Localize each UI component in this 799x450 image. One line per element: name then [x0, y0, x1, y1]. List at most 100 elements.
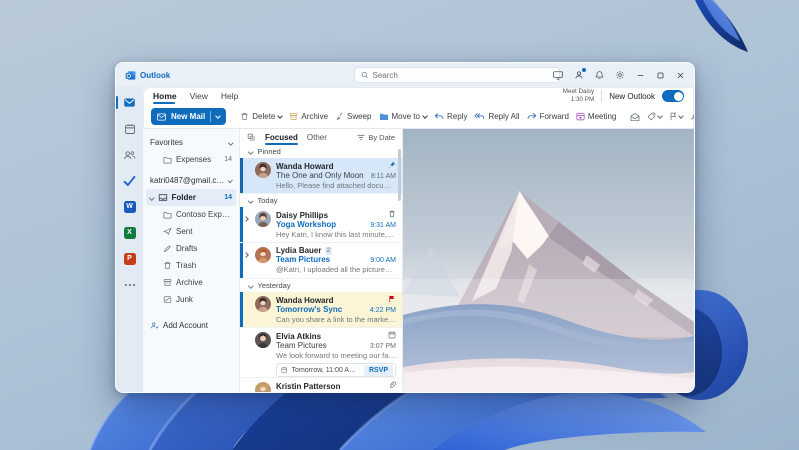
reply-button[interactable]: Reply — [434, 112, 467, 121]
email-row-elvia[interactable]: Elvia Atkins Team Pictures3:07 PM We loo… — [240, 328, 402, 378]
expand-conversation-icon[interactable] — [244, 250, 248, 259]
tab-other[interactable]: Other — [307, 133, 327, 142]
email-row-wanda-flagged[interactable]: Wanda Howard Tomorrow's Sync4:22 PM Can … — [240, 292, 402, 328]
reply-all-button[interactable]: Reply All — [474, 112, 519, 121]
select-icon[interactable] — [247, 133, 256, 142]
add-account-label: Add Account — [163, 321, 208, 330]
sweep-label: Sweep — [347, 112, 371, 121]
email-row-daisy[interactable]: Daisy Phillips Yoga Workshop9:31 AM Hey … — [240, 207, 402, 243]
rail-more-apps-icon[interactable] — [119, 274, 140, 295]
folder-icon — [163, 156, 172, 164]
rail-word-icon[interactable]: W — [119, 196, 140, 217]
flag-icon — [669, 112, 677, 121]
add-account-button[interactable]: Add Account — [143, 317, 239, 334]
tab-focused[interactable]: Focused — [265, 133, 298, 142]
sidebar-item-junk[interactable]: Junk — [143, 291, 239, 308]
read-unread-button[interactable] — [630, 113, 640, 121]
meeting-chip[interactable]: Tomorrow, 11:00 AM (30m) RSVP — [276, 363, 396, 377]
expand-conversation-icon[interactable] — [244, 214, 248, 223]
close-button[interactable] — [676, 71, 685, 80]
outlook-window: Outlook W — [115, 62, 695, 393]
favorites-header[interactable]: Favorites — [143, 134, 239, 151]
app-card: Home View Help Meet Daisy1:30 PM New Out… — [143, 87, 694, 393]
section-yesterday[interactable]: Yesterday — [240, 279, 402, 292]
delete-hover-icon[interactable] — [388, 210, 396, 220]
email-row-kristin[interactable]: Kristin Patterson — [240, 378, 402, 393]
display-icon[interactable] — [553, 71, 563, 80]
rail-mail-icon[interactable] — [119, 92, 140, 113]
avatar — [255, 211, 271, 227]
search-icon — [361, 71, 369, 79]
pinned-icon[interactable] — [388, 161, 396, 171]
search-input[interactable] — [373, 71, 553, 80]
sweep-button[interactable]: Sweep — [335, 112, 371, 121]
new-mail-label: New Mail — [171, 112, 205, 121]
add-person-icon — [150, 321, 159, 330]
folder-count: 14 — [224, 194, 232, 201]
bell-icon[interactable] — [595, 70, 604, 80]
move-to-button[interactable]: Move to — [379, 112, 427, 121]
email-row-wanda-pinned[interactable]: Wanda Howard The One and Only Moon8:11 A… — [240, 158, 402, 194]
section-today-label: Today — [258, 196, 278, 205]
archive-button[interactable]: Archive — [289, 112, 328, 121]
pin-button[interactable] — [690, 112, 694, 121]
categorize-button[interactable] — [647, 112, 662, 121]
meeting-reminder-title: Meet Daisy — [563, 88, 595, 95]
meeting-reminder-time: 1:30 PM — [571, 96, 594, 103]
tab-view[interactable]: View — [190, 89, 208, 103]
new-mail-button[interactable]: New Mail — [151, 108, 226, 125]
sidebar-item-trash[interactable]: Trash — [143, 257, 239, 274]
sort-by-date[interactable]: By Date — [357, 133, 395, 142]
minimize-button[interactable] — [636, 71, 645, 80]
rail-excel-icon[interactable]: X — [119, 222, 140, 243]
ribbon-toolbar: New Mail Delete Archive Sweep Move to Re… — [143, 105, 694, 129]
email-row-lydia[interactable]: Lydia Bauer2 Team Pictures9:00 AM @Katri… — [240, 243, 402, 279]
avatar — [255, 332, 271, 348]
sidebar-item-sent[interactable]: Sent — [143, 223, 239, 240]
chevron-down-icon — [658, 113, 664, 119]
archive-icon — [289, 112, 298, 121]
list-scrollbar[interactable] — [398, 149, 401, 201]
rail-calendar-icon[interactable] — [119, 118, 140, 139]
sidebar-item-archive[interactable]: Archive — [143, 274, 239, 291]
sidebar-item-drafts[interactable]: Drafts — [143, 240, 239, 257]
chevron-down-icon — [228, 178, 233, 183]
meeting-button[interactable]: Meeting — [576, 112, 616, 121]
calendar-icon[interactable] — [388, 331, 396, 341]
rail-powerpoint-icon[interactable]: P — [119, 248, 140, 269]
send-icon — [163, 227, 172, 236]
search-box[interactable] — [354, 67, 560, 83]
flag-icon[interactable] — [388, 295, 396, 305]
junk-icon — [163, 295, 172, 304]
email-subject: Team Pictures — [276, 255, 330, 264]
settings-gear-icon[interactable] — [615, 70, 625, 80]
delete-button[interactable]: Delete — [240, 112, 282, 121]
email-time: 4:22 PM — [370, 307, 396, 314]
maximize-button[interactable] — [656, 71, 665, 80]
contoso-expenses-label: Contoso Expenses — [176, 210, 232, 219]
flag-button[interactable] — [669, 112, 683, 121]
tab-help[interactable]: Help — [221, 89, 238, 103]
sidebar-item-folder-selected[interactable]: Folder14 — [146, 189, 236, 206]
profile-badge-icon[interactable] — [574, 70, 584, 80]
rsvp-button[interactable]: RSVP — [364, 365, 393, 376]
account-header[interactable]: katri0487@gmail.com — [143, 172, 239, 189]
expenses-count: 14 — [224, 156, 232, 163]
chevron-down-icon[interactable] — [215, 113, 221, 119]
rail-todo-icon[interactable] — [119, 170, 140, 191]
section-today[interactable]: Today — [240, 194, 402, 207]
email-sender: Daisy Phillips — [276, 211, 328, 220]
section-pinned[interactable]: Pinned — [240, 145, 402, 158]
reading-pane[interactable] — [403, 129, 694, 393]
meeting-reminder[interactable]: Meet Daisy1:30 PM — [563, 88, 595, 104]
forward-button[interactable]: Forward — [527, 112, 569, 121]
rail-people-icon[interactable] — [119, 144, 140, 165]
trash-icon — [240, 112, 249, 121]
tab-home[interactable]: Home — [153, 89, 177, 103]
sidebar-item-expenses[interactable]: Expenses14 — [143, 151, 239, 168]
ribbon-tabs: Home View Help Meet Daisy1:30 PM New Out… — [143, 87, 694, 105]
attachment-icon — [388, 381, 396, 391]
new-outlook-toggle[interactable] — [662, 90, 684, 102]
sidebar-item-contoso-expenses[interactable]: Contoso Expenses — [143, 206, 239, 223]
meeting-calendar-icon — [576, 112, 585, 121]
